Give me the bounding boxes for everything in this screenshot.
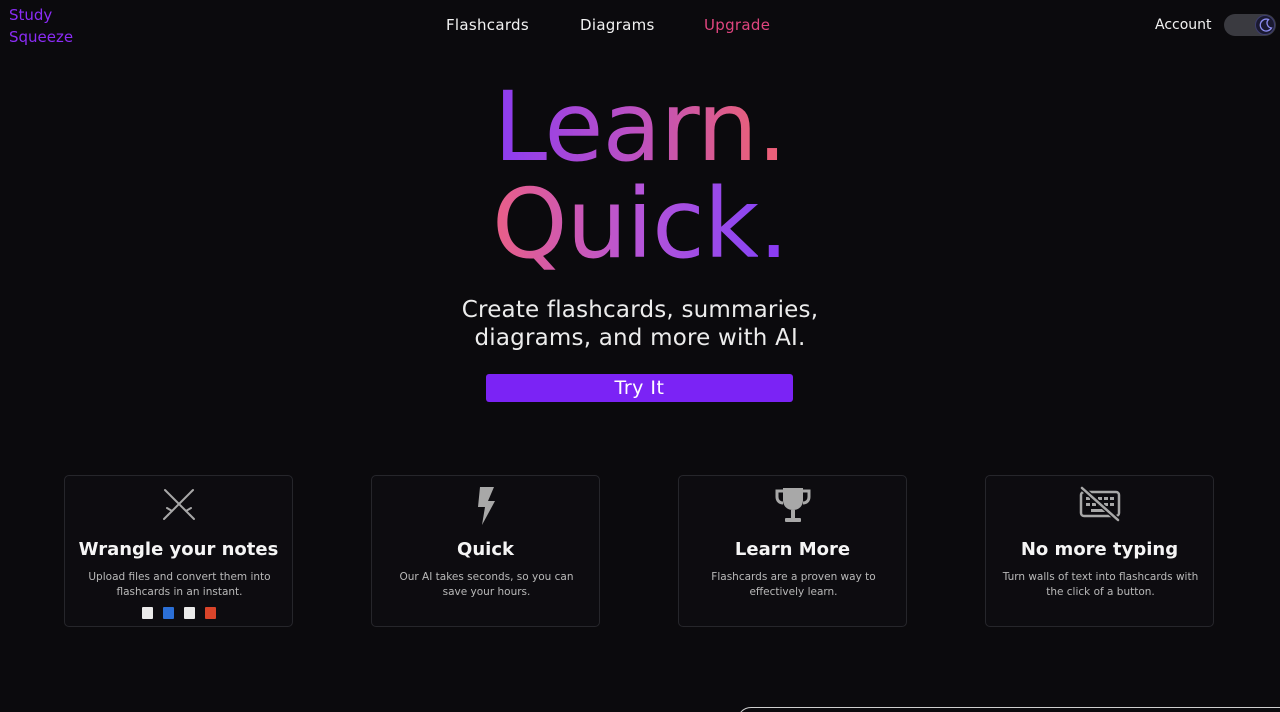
hero-dot-2: . <box>758 168 788 280</box>
hero-heading-learn: Learn. <box>0 77 1280 177</box>
feature-desc: Our AI takes seconds, so you can save yo… <box>399 571 574 598</box>
lightning-icon <box>477 487 495 525</box>
toggle-knob <box>1255 15 1275 35</box>
hero-word-learn: Learn <box>493 71 758 183</box>
hero-subtitle-line1: Create flashcards, summaries, <box>461 297 819 323</box>
image-file-icon <box>183 607 195 619</box>
hero-heading-quick: Quick. <box>0 174 1280 274</box>
feature-desc: Flashcards are a proven way to effective… <box>711 571 876 598</box>
hero-subtitle: Create flashcards, summaries, diagrams, … <box>0 296 1280 352</box>
feature-card-wrangle: Wrangle your notes Upload files and conv… <box>64 475 293 627</box>
powerpoint-file-icon <box>204 607 216 619</box>
feature-card-quick: Quick Our AI takes seconds, so you can s… <box>371 475 600 627</box>
word-file-icon <box>162 607 174 619</box>
feature-desc: Turn walls of text into flashcards with … <box>1002 571 1199 598</box>
hero-subtitle-line2: diagrams, and more with AI. <box>474 325 806 351</box>
top-nav: Flashcards Diagrams Upgrade <box>0 14 1280 36</box>
nav-flashcards[interactable]: Flashcards <box>446 14 529 36</box>
feature-desc: Upload files and convert them into flash… <box>88 571 271 598</box>
fencing-swords-icon <box>162 489 195 520</box>
try-it-button[interactable]: Try It <box>486 374 793 402</box>
hero-word-quick: Quick <box>492 168 759 280</box>
keyboard-off-icon <box>1079 486 1120 522</box>
theme-toggle[interactable] <box>1224 14 1276 36</box>
feature-title: No more typing <box>1020 539 1179 560</box>
moon-icon <box>1259 18 1273 32</box>
landing-page: Study Squeeze Flashcards Diagrams Upgrad… <box>0 0 1280 712</box>
nav-upgrade[interactable]: Upgrade <box>704 14 770 36</box>
account-link[interactable]: Account <box>1155 14 1212 36</box>
feature-title: Quick <box>457 539 514 560</box>
hero-dot-1: . <box>756 71 787 183</box>
file-type-icons <box>65 607 292 621</box>
feature-title: Wrangle your notes <box>78 539 279 560</box>
bottom-panel-edge <box>737 707 1280 712</box>
feature-title: Learn More <box>734 539 851 560</box>
nav-diagrams[interactable]: Diagrams <box>580 14 655 36</box>
pdf-file-icon <box>141 607 153 619</box>
feature-card-no-typing: No more typing Turn walls of text into f… <box>985 475 1214 627</box>
feature-card-learn-more: Learn More Flashcards are a proven way t… <box>678 475 907 627</box>
trophy-icon <box>775 488 810 522</box>
